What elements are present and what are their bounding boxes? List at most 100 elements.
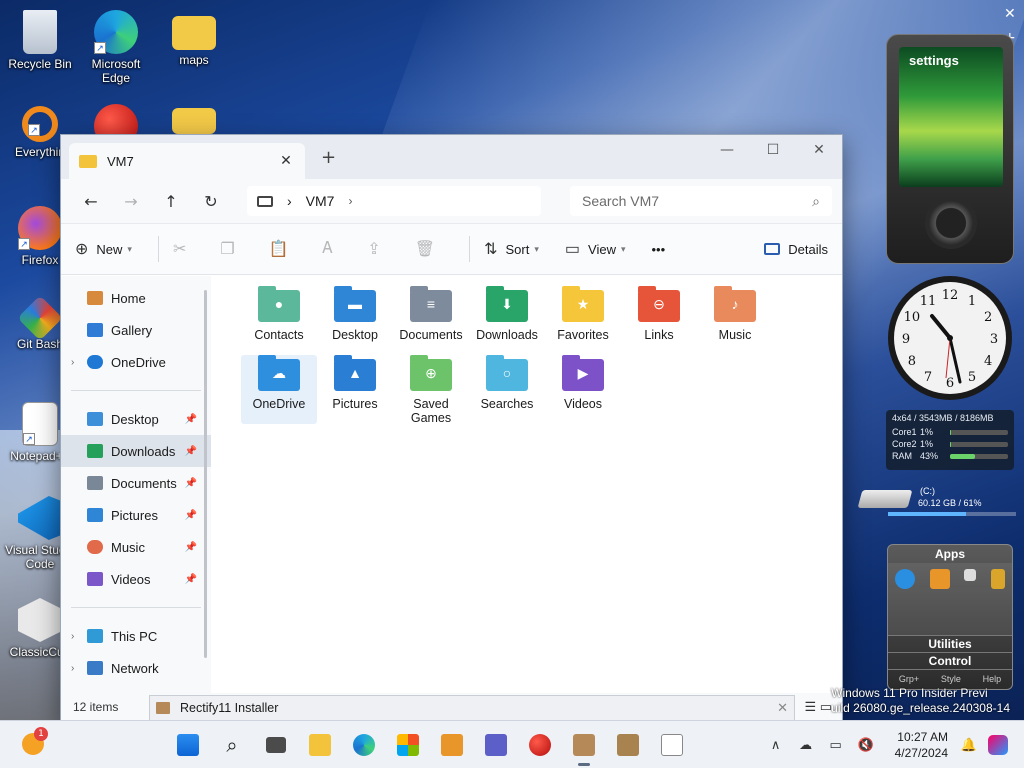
- installer-close-button[interactable]: ✕: [777, 700, 788, 716]
- sidebar-item-music[interactable]: Music 📌: [61, 531, 211, 563]
- folder-item[interactable]: ▬ Desktop: [317, 286, 393, 355]
- taskbar-clock[interactable]: 10:27 AM 4/27/2024: [895, 729, 948, 761]
- pin-icon[interactable]: 📌: [185, 446, 197, 457]
- paste-button[interactable]: 📋: [269, 239, 297, 259]
- breadcrumb-vm7[interactable]: VM7: [306, 193, 335, 209]
- sort-button[interactable]: ⇅ Sort ▾: [484, 239, 539, 259]
- desktop-icon-recycle-bin[interactable]: Recycle Bin: [0, 10, 80, 71]
- sidebar-item-pictures[interactable]: Pictures 📌: [61, 499, 211, 531]
- search-button[interactable]: ⌕: [216, 729, 248, 761]
- apps-control[interactable]: Control: [888, 652, 1012, 669]
- folder-item[interactable]: ▶ Videos: [545, 355, 621, 424]
- apps-utilities[interactable]: Utilities: [888, 635, 1012, 652]
- player-settings-label[interactable]: settings: [909, 53, 959, 68]
- apps-footer-grp[interactable]: Grp+: [899, 670, 919, 687]
- start-button[interactable]: [172, 729, 204, 761]
- sidebar-item-onedrive[interactable]: › OneDrive: [61, 346, 211, 378]
- copy-button[interactable]: ❐: [220, 239, 242, 259]
- view-toggle-icons[interactable]: ☰ ▭: [804, 699, 832, 715]
- volume-muted-icon[interactable]: 🔇: [855, 737, 877, 753]
- back-button[interactable]: ←: [71, 192, 111, 211]
- maximize-button[interactable]: ☐: [750, 135, 796, 165]
- expand-chevron-icon[interactable]: ›: [71, 357, 87, 368]
- address-bar[interactable]: › VM7 ›: [247, 186, 541, 216]
- installer-taskbar-1[interactable]: [568, 729, 600, 766]
- sidebar-item-videos[interactable]: Videos 📌: [61, 563, 211, 595]
- new-button[interactable]: ⊕ New ▾: [75, 239, 132, 259]
- sidebar-item-this-pc[interactable]: › This PC: [61, 620, 211, 652]
- delete-button[interactable]: 🗑: [415, 239, 443, 259]
- apps-footer-help[interactable]: Help: [983, 670, 1002, 687]
- cube-app-taskbar[interactable]: [656, 729, 688, 761]
- forward-button[interactable]: →: [111, 192, 151, 211]
- folder-item[interactable]: ⬇ Downloads: [469, 286, 545, 355]
- app-window-icon[interactable]: [964, 569, 977, 581]
- share-button[interactable]: ⇪: [367, 239, 388, 259]
- refresh-button[interactable]: ↻: [191, 192, 231, 211]
- folder-item[interactable]: ≡ Documents: [393, 286, 469, 355]
- apps-footer-style[interactable]: Style: [941, 670, 961, 687]
- tab-vm7[interactable]: VM7 ✕: [69, 143, 305, 179]
- up-button[interactable]: ↑: [151, 192, 191, 211]
- task-view-button[interactable]: [260, 729, 292, 761]
- apps-title[interactable]: Apps: [888, 545, 1012, 563]
- minimize-button[interactable]: —: [704, 135, 750, 165]
- pin-icon[interactable]: 📌: [185, 414, 197, 425]
- pin-icon[interactable]: 📌: [185, 542, 197, 553]
- installer-taskbar-2[interactable]: [612, 729, 644, 761]
- player-wheel[interactable]: [925, 197, 977, 249]
- sidebar-item-network[interactable]: › Network: [61, 652, 211, 684]
- folder-item[interactable]: ⊕ Saved Games: [393, 355, 469, 425]
- pin-icon[interactable]: 📌: [185, 510, 197, 521]
- details-pane-button[interactable]: Details: [764, 242, 828, 257]
- desktop-icon-maps[interactable]: maps: [154, 10, 234, 67]
- expand-chevron-icon[interactable]: ›: [71, 631, 87, 642]
- copilot-icon[interactable]: [988, 735, 1008, 755]
- trophy-icon[interactable]: [990, 569, 1005, 589]
- more-options-button[interactable]: •••: [652, 242, 666, 257]
- view-button[interactable]: ▭ View ▾: [565, 239, 626, 259]
- red-app-taskbar[interactable]: [524, 729, 556, 761]
- folder-item[interactable]: ★ Favorites: [545, 286, 621, 355]
- breadcrumb-separator[interactable]: ›: [287, 193, 292, 209]
- sidebar-item-gallery[interactable]: Gallery: [61, 314, 211, 346]
- media-player-icon[interactable]: [929, 569, 950, 589]
- onedrive-tray-icon[interactable]: ☁: [795, 737, 817, 753]
- desktop-icon-edge[interactable]: ↗ Microsoft Edge: [76, 10, 156, 85]
- folder-item[interactable]: ⊖ Links: [621, 286, 697, 355]
- media-player-gadget[interactable]: settings: [886, 34, 1014, 264]
- pin-icon[interactable]: 📌: [185, 478, 197, 489]
- weather-widget-icon[interactable]: 1: [22, 727, 48, 755]
- network-icon[interactable]: ▭: [825, 737, 847, 753]
- file-explorer-taskbar[interactable]: [304, 729, 336, 761]
- sidebar-item-home[interactable]: Home: [61, 282, 211, 314]
- rename-button[interactable]: Ꭺ: [323, 240, 342, 258]
- installer-window-bar[interactable]: Rectify11 Installer ✕: [149, 695, 795, 721]
- media-player-taskbar[interactable]: [436, 729, 468, 761]
- search-box[interactable]: Search VM7 ⌕: [570, 186, 832, 216]
- close-window-button[interactable]: ✕: [796, 135, 842, 165]
- tab-close-icon[interactable]: ✕: [277, 153, 295, 169]
- folder-item[interactable]: ▲ Pictures: [317, 355, 393, 424]
- desktop-icon-folder-2[interactable]: [154, 108, 234, 137]
- nav-scrollbar[interactable]: [204, 290, 207, 658]
- search-input[interactable]: Search VM7: [582, 193, 812, 209]
- bell-icon[interactable]: 🔔: [958, 737, 980, 753]
- sidebar-item-documents[interactable]: Documents 📌: [61, 467, 211, 499]
- folder-item[interactable]: ○ Searches: [469, 355, 545, 424]
- expand-chevron-icon[interactable]: ›: [71, 663, 87, 674]
- folder-item[interactable]: ☁ OneDrive: [241, 355, 317, 424]
- store-taskbar[interactable]: [392, 729, 424, 761]
- close-icon[interactable]: ✕: [1004, 6, 1016, 22]
- internet-explorer-icon[interactable]: [895, 569, 916, 589]
- folder-item[interactable]: ♪ Music: [697, 286, 773, 355]
- breadcrumb-separator[interactable]: ›: [348, 194, 352, 208]
- sidebar-item-downloads[interactable]: Downloads 📌: [61, 435, 211, 467]
- chevron-up-icon[interactable]: ∧: [765, 737, 787, 753]
- edge-taskbar[interactable]: [348, 729, 380, 761]
- teams-taskbar[interactable]: [480, 729, 512, 761]
- folder-item[interactable]: ● Contacts: [241, 286, 317, 355]
- sidebar-item-desktop[interactable]: Desktop 📌: [61, 403, 211, 435]
- new-tab-button[interactable]: +: [321, 147, 336, 168]
- pin-icon[interactable]: 📌: [185, 574, 197, 585]
